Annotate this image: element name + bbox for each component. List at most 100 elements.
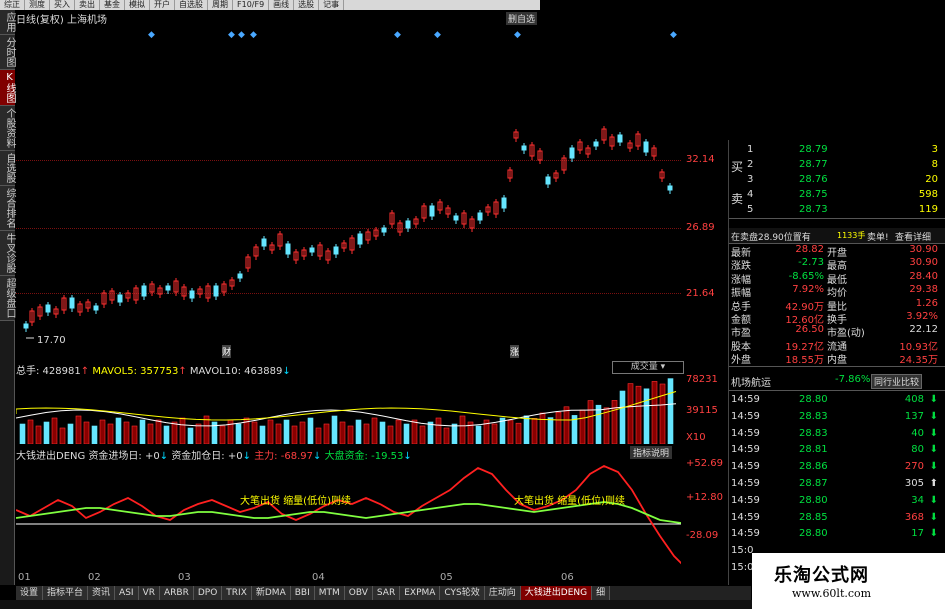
level-volume: 3 — [931, 144, 938, 155]
candle — [213, 285, 219, 297]
indicator-tab[interactable]: CYS轮效 — [440, 586, 485, 600]
left-tab[interactable]: 分时图 — [0, 35, 15, 70]
event-marker-icon[interactable]: ◆ — [238, 30, 245, 40]
order-level-row[interactable]: 2 28.77 8 — [729, 157, 945, 173]
menu-item[interactable]: 综正 — [0, 0, 25, 10]
stat-row: 金额 12.60亿 换手 3.92% — [729, 311, 945, 326]
volume-bar — [251, 421, 258, 444]
menu-item[interactable]: 测度 — [25, 0, 50, 10]
kline-chart[interactable]: ◆ ◆ ◆ ◆ ◆ ◆ ◆ ◆ — [16, 28, 681, 358]
event-marker-icon[interactable]: ◆ — [394, 30, 401, 40]
tick-row: 14:59 28.80 408 ⬇ — [729, 392, 945, 408]
volume-select[interactable]: 成交量 ▾ — [612, 361, 684, 374]
indicator-tab[interactable]: MTM — [314, 586, 345, 600]
indicator-help-button[interactable]: 指标说明 — [630, 446, 673, 459]
indicator-note-text: 缩量(低位)则续 — [283, 496, 351, 507]
compare-industry-button[interactable]: 同行业比较 — [871, 374, 923, 389]
level-num: 1 — [747, 144, 754, 155]
limit-up-marker[interactable]: 涨 — [510, 345, 520, 358]
menu-item[interactable]: 记事 — [319, 0, 345, 10]
left-tab[interactable]: 应用 — [0, 10, 15, 35]
order-level-row[interactable]: 1 28.79 3 — [729, 142, 945, 158]
tick-price: 28.80 — [799, 394, 828, 405]
indicator-tab[interactable]: 指标平台 — [43, 586, 89, 600]
tick-price: 28.81 — [799, 444, 828, 456]
indicator-chart[interactable] — [16, 460, 681, 572]
indicator-tab[interactable]: 设置 — [16, 586, 44, 600]
event-marker-icon[interactable]: ◆ — [670, 30, 677, 40]
candle — [45, 304, 51, 313]
volume-bar — [451, 423, 458, 444]
left-tab[interactable]: K线图 — [0, 70, 15, 106]
candle — [69, 297, 75, 309]
indicator-label: -28.09 — [686, 530, 719, 541]
chart-title: 日线(复权) 上海机场 — [16, 15, 107, 26]
tick-price: 28.83 — [799, 427, 828, 439]
tick-price: 28.86 — [799, 461, 828, 473]
indicator-tab[interactable]: BBI — [290, 586, 315, 600]
arrow-down-icon: ⬇ — [929, 494, 938, 506]
menu-item[interactable]: 选股 — [294, 0, 320, 10]
tick-row: 14:59 28.81 80 ⬇ — [729, 442, 945, 458]
menu-item[interactable]: 卖出 — [75, 0, 100, 10]
tick-time: 14:59 — [731, 394, 760, 405]
event-marker-icon[interactable]: ◆ — [250, 30, 257, 40]
indicator-tab[interactable]: DPO — [193, 586, 223, 600]
indicator-tab[interactable]: ARBR — [160, 586, 194, 600]
volume-bar — [35, 425, 42, 444]
indicator-tab[interactable]: 庄动向 — [484, 586, 521, 600]
left-tab[interactable]: 自选股 — [0, 151, 15, 186]
delete-favorite-button[interactable]: 删自选 — [506, 12, 538, 25]
indicator-tab[interactable]: EXPMA — [400, 586, 441, 600]
indicator-tab[interactable]: VR — [138, 586, 160, 600]
candle — [545, 176, 551, 185]
left-tab[interactable]: 个股资料 — [0, 106, 15, 151]
tick-time: 14:59 — [731, 478, 760, 489]
candle — [117, 294, 123, 303]
menu-item[interactable]: 周期 — [208, 0, 233, 10]
event-marker-icon[interactable]: ◆ — [148, 30, 155, 40]
indicator-tab[interactable]: SAR — [372, 586, 401, 600]
menu-item[interactable]: 模拟 — [125, 0, 150, 10]
indicator-tab[interactable]: ASI — [115, 586, 139, 600]
menu-item[interactable]: 开户 — [150, 0, 175, 10]
left-tab[interactable]: 综合排名 — [0, 186, 15, 231]
volume-select-label: 成交量 — [630, 362, 658, 372]
volume-bar — [523, 415, 530, 444]
indicator-tab[interactable]: 大钱进出DENG — [520, 586, 593, 600]
menu-item[interactable]: 自选股 — [175, 0, 208, 10]
menu-item[interactable]: 买入 — [50, 0, 75, 10]
tick-volume: 368 — [904, 511, 924, 523]
volume-bar — [619, 390, 626, 444]
volume-bar — [515, 422, 522, 444]
indicator-tab-bar: 设置 指标平台 资讯 ASI VR ARBR DPO TRIX 新DMA BBI MTM OBV SAR… — [16, 586, 751, 600]
x-axis-tick: 05 — [440, 572, 453, 583]
event-marker-icon[interactable]: ◆ — [228, 30, 235, 40]
indicator-tab[interactable]: OBV — [344, 586, 373, 600]
menu-item[interactable]: 基金 — [100, 0, 125, 10]
order-level-row[interactable]: 4 28.75 598 — [729, 187, 945, 203]
menu-item[interactable]: 画线 — [269, 0, 295, 10]
order-level-row[interactable]: 5 28.73 119 — [729, 202, 945, 218]
left-tab[interactable]: 超级盘口 — [0, 276, 15, 321]
tick-row: 14:59 28.83 40 ⬇ — [729, 426, 945, 442]
left-tab[interactable]: 牛叉诊股 — [0, 231, 15, 276]
volume-bar — [587, 400, 594, 444]
tick-time: 14:59 — [731, 511, 760, 523]
order-level-row[interactable]: 3 28.76 20 — [729, 172, 945, 188]
finance-marker[interactable]: 财 — [222, 345, 232, 358]
volume-chart[interactable] — [16, 376, 681, 444]
tick-volume: 137 — [904, 410, 924, 422]
view-detail-link[interactable]: 查看详细 — [895, 230, 931, 243]
volume-bar — [147, 423, 154, 444]
indicator-tab[interactable]: 细 — [592, 586, 611, 600]
indicator-tab[interactable]: 资讯 — [88, 586, 116, 600]
indicator-tab[interactable]: 新DMA — [251, 586, 291, 600]
event-marker-icon[interactable]: ◆ — [434, 30, 441, 40]
menu-item[interactable]: F10/F9 — [233, 0, 270, 10]
event-marker-icon[interactable]: ◆ — [514, 30, 521, 40]
arrow-down-icon: ⬇ — [929, 394, 938, 405]
indicator-tab[interactable]: TRIX — [222, 586, 252, 600]
indicator-label: +52.69 — [686, 458, 724, 469]
sector-name[interactable]: 机场航运 — [731, 374, 771, 389]
